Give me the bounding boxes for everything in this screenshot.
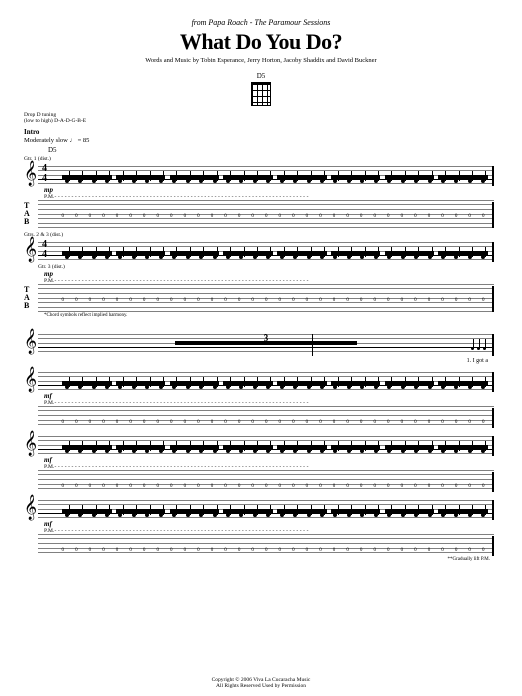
treble-clef-icon: 𝄞 — [24, 330, 37, 352]
tab-label: T A B — [24, 202, 30, 226]
treble-clef-icon: 𝄞 — [24, 432, 37, 454]
pickup-notes — [471, 332, 486, 356]
dynamic-mf: mf — [44, 520, 498, 528]
chord-symbol: D5 — [48, 146, 498, 154]
notation-staff: 𝄞 — [38, 498, 494, 520]
tempo-marking: Moderately slow ♩ = 85 — [24, 137, 498, 144]
notation-staff: 𝄞 — [38, 370, 494, 392]
time-signature: 4 4 — [42, 164, 47, 184]
part-label-gtr3-cue: Gtr. 3 (dist.) — [38, 264, 498, 270]
source-line: from Papa Roach - The Paramour Sessions — [24, 18, 498, 27]
system-3c: 𝄞 mf P.M.- - - - - - - - - - - - - - - -… — [24, 498, 498, 562]
tab-frets: 0000 0000 0000 0000 0000 0000 0000 0000 — [56, 298, 490, 303]
tab-staff: 0000 0000 0000 0000 0000 0000 0000 0000 — [38, 470, 494, 492]
tab-staff: 0000 0000 0000 0000 0000 0000 0000 0000 — [38, 406, 494, 428]
system-3a: 𝄞 mf P.M.- - - - - - - - - - - - - - - -… — [24, 370, 498, 428]
notes-row — [60, 240, 490, 262]
system-3b: 𝄞 mf P.M.- - - - - - - - - - - - - - - -… — [24, 434, 498, 492]
part-label-gtr1: Gtr. 1 (dist.) — [24, 156, 498, 162]
notes-row — [60, 498, 490, 520]
treble-clef-icon: 𝄞 — [24, 368, 37, 390]
copyright-line: Copyright © 2006 Viva La Cucaracha Music — [0, 677, 522, 684]
song-title: What Do You Do? — [24, 29, 498, 55]
notation-staff: 𝄞 — [38, 434, 494, 456]
multimeasure-rest: 3 — [175, 341, 357, 345]
tab-staff: 0000 0000 0000 0000 0000 0000 0000 0000 — [38, 534, 494, 556]
treble-clef-icon: 𝄞 — [24, 162, 37, 184]
source-prefix: from Papa Roach - — [192, 18, 253, 27]
system-1b: 𝄞 4 4 Gtr. 3 (dist.) mp P.M.- - - - - - … — [24, 240, 498, 318]
notes-row — [60, 164, 490, 186]
notation-staff: 𝄞 4 4 — [38, 164, 494, 186]
treble-clef-icon: 𝄞 — [24, 238, 37, 260]
intro-block: Intro Moderately slow ♩ = 85 D5 — [24, 128, 498, 154]
section-label: Intro — [24, 128, 498, 136]
gradual-note: **Gradually lift P.M. — [24, 557, 490, 562]
tab-label: T A B — [24, 286, 30, 310]
dynamic-mf: mf — [44, 456, 498, 464]
tab-frets: 0000 0000 0000 0000 0000 0000 0000 0000 — [56, 214, 490, 219]
tab-frets: 0000 0000 0000 0000 0000 0000 0000 0000 — [56, 548, 490, 553]
chord-diagram-icon — [251, 82, 271, 106]
notes-row — [60, 434, 490, 456]
album-title: The Paramour Sessions — [254, 18, 330, 27]
chord-name: D5 — [24, 72, 498, 80]
sheet-header: from Papa Roach - The Paramour Sessions … — [24, 18, 498, 106]
dynamic-mp: mp — [44, 270, 498, 278]
system-1: 𝄞 4 4 mp P.M.- - - - - - - - - - - - - -… — [24, 164, 498, 228]
tab-frets: 0000 0000 0000 0000 0000 0000 0000 0000 — [56, 420, 490, 425]
time-signature: 4 4 — [42, 240, 47, 260]
treble-clef-icon: 𝄞 — [24, 496, 37, 518]
notes-row — [60, 370, 490, 392]
tab-frets: 0000 0000 0000 0000 0000 0000 0000 0000 — [56, 484, 490, 489]
tab-staff: T A B 0000 0000 0000 0000 0000 0000 0000… — [38, 200, 494, 228]
rights-line: All Rights Reserved Used by Permission — [0, 683, 522, 690]
rest-count: 3 — [264, 333, 269, 343]
tuning-info: Drop D tuning (low to high) D-A-D-G-B-E — [24, 112, 498, 124]
lyric-text: 1. I got a — [467, 358, 488, 364]
credits: Words and Music by Tobin Esperance, Jerr… — [24, 57, 498, 64]
footnote: *Chord symbols reflect implied harmony. — [44, 313, 498, 318]
tuning-line2: (low to high) D-A-D-G-B-E — [24, 118, 498, 124]
tab-staff: T A B 0000 0000 0000 0000 0000 0000 0000… — [38, 284, 494, 312]
copyright-footer: Copyright © 2006 Viva La Cucaracha Music… — [0, 677, 522, 690]
notation-staff: 𝄞 4 4 — [38, 240, 494, 262]
dynamic-mf: mf — [44, 392, 498, 400]
part-label-gtr23: Gtrs. 2 & 3 (dist.) — [24, 232, 498, 238]
vocal-system: 𝄞 3 1. I got a — [24, 332, 498, 356]
vocal-staff: 𝄞 3 1. I got a — [38, 332, 494, 356]
dynamic-mp: mp — [44, 186, 498, 194]
